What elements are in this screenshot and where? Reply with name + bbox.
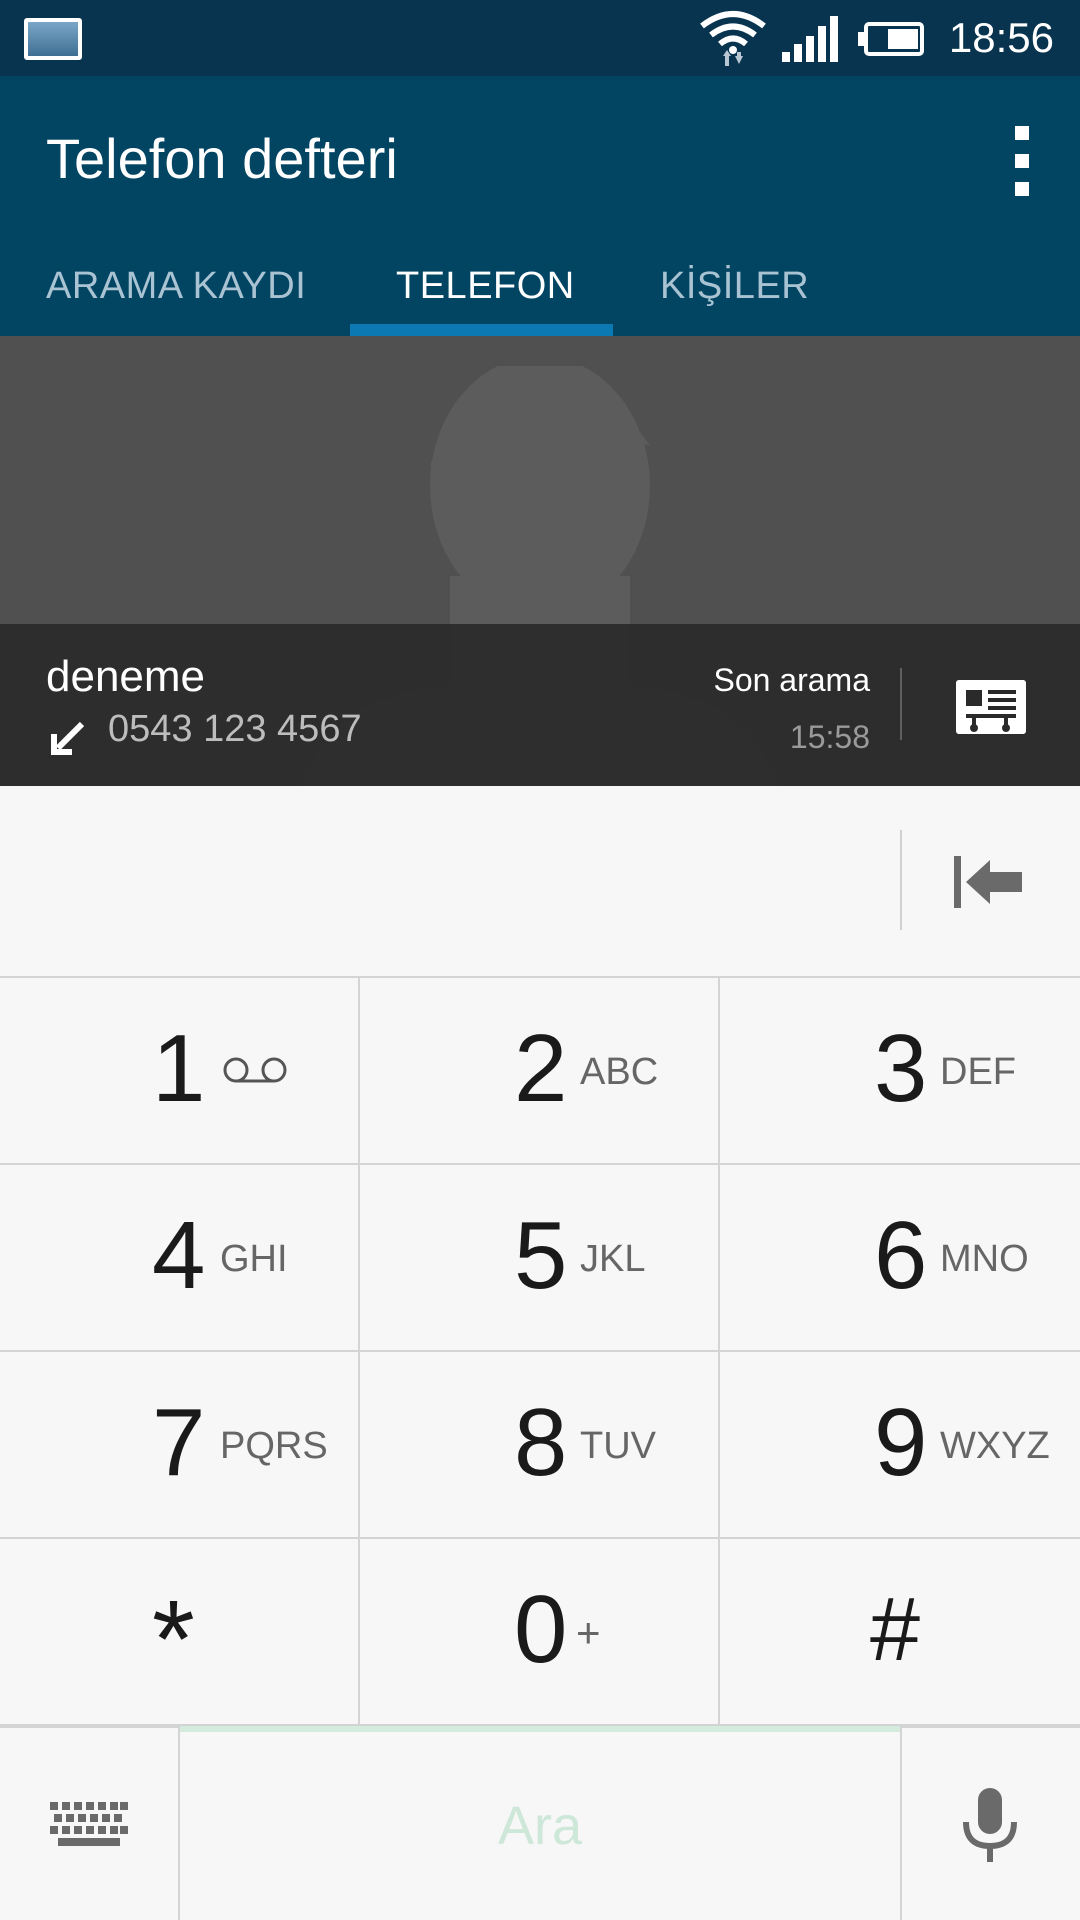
key-letters: WXYZ: [940, 1425, 1050, 1467]
key-letters: DEF: [940, 1051, 1016, 1093]
phone-number-input[interactable]: [40, 826, 880, 936]
gallery-icon: [24, 18, 82, 60]
overflow-dot: [1015, 154, 1029, 168]
tab-bar: ARAMA KAYDI TELEFON KİŞİLER: [0, 246, 1080, 336]
key-letters: ABC: [580, 1051, 659, 1093]
recent-contact-card[interactable]: deneme 0543 123 4567 Son arama 15:58: [0, 336, 1080, 786]
key-letters: GHI: [220, 1238, 288, 1280]
last-call-label: Son arama: [713, 662, 870, 698]
overflow-dot: [1015, 126, 1029, 140]
status-clock: 18:56: [948, 14, 1054, 61]
key-letters: JKL: [580, 1238, 646, 1280]
key-digit: *: [152, 1578, 195, 1701]
voice-search-button[interactable]: [900, 1726, 1080, 1920]
key-digit: 3: [874, 1015, 928, 1122]
tab-phone[interactable]: TELEFON: [396, 246, 575, 336]
incoming-call-icon: [51, 721, 85, 755]
key-digit: 0: [514, 1576, 568, 1683]
number-entry: [0, 786, 1080, 978]
dial-pad: 1 2 ABC 3 DEF 4 GHI 5 JKL 6 MNO 7 PQRS 8…: [0, 978, 1080, 1726]
backspace-icon[interactable]: [950, 850, 1026, 914]
wifi-icon: [700, 11, 766, 66]
key-digit: 1: [152, 1015, 206, 1122]
key-9[interactable]: 9 WXYZ: [720, 1352, 1080, 1539]
call-label: Ara: [497, 1796, 583, 1856]
voicemail-icon: [223, 1057, 287, 1083]
key-digit: 7: [152, 1389, 206, 1496]
key-letters: PQRS: [220, 1425, 328, 1467]
key-5[interactable]: 5 JKL: [360, 1165, 720, 1352]
tab-call-log[interactable]: ARAMA KAYDI: [46, 246, 306, 336]
contact-number: 0543 123 4567: [108, 708, 362, 750]
key-hash[interactable]: #: [720, 1539, 1080, 1726]
keyboard-icon: [50, 1802, 128, 1846]
action-row: Ara: [0, 1726, 1080, 1920]
contact-name: deneme: [46, 652, 206, 701]
key-letters: +: [576, 1609, 601, 1656]
status-bar: 18:56: [0, 0, 1080, 76]
signal-icon: [782, 16, 838, 62]
last-call-time: 15:58: [789, 719, 870, 755]
key-letters: TUV: [580, 1425, 656, 1467]
key-7[interactable]: 7 PQRS: [0, 1352, 360, 1539]
contact-card-icon[interactable]: [956, 680, 1026, 734]
key-digit: #: [870, 1580, 921, 1680]
divider: [900, 668, 902, 740]
app-bar: Telefon defteri ARAMA KAYDI TELEFON KİŞİ…: [0, 76, 1080, 336]
more-vert-icon[interactable]: [1004, 126, 1040, 196]
key-digit: 2: [514, 1015, 568, 1122]
page-title: Telefon defteri: [46, 127, 398, 190]
contact-strip: deneme 0543 123 4567 Son arama 15:58: [0, 624, 1080, 786]
key-digit: 4: [152, 1202, 206, 1309]
key-1[interactable]: 1: [0, 978, 360, 1165]
key-digit: 9: [874, 1389, 928, 1496]
tab-contacts[interactable]: KİŞİLER: [660, 246, 809, 336]
key-letters: MNO: [940, 1238, 1029, 1280]
divider: [900, 830, 902, 930]
keyboard-toggle-button[interactable]: [0, 1726, 180, 1920]
battery-icon: [858, 22, 924, 56]
key-2[interactable]: 2 ABC: [360, 978, 720, 1165]
key-4[interactable]: 4 GHI: [0, 1165, 360, 1352]
mic-icon: [963, 1788, 1017, 1862]
call-button[interactable]: Ara: [180, 1726, 900, 1920]
overflow-dot: [1015, 182, 1029, 196]
tab-indicator: [350, 324, 613, 336]
key-6[interactable]: 6 MNO: [720, 1165, 1080, 1352]
key-3[interactable]: 3 DEF: [720, 978, 1080, 1165]
key-8[interactable]: 8 TUV: [360, 1352, 720, 1539]
key-star[interactable]: *: [0, 1539, 360, 1726]
key-0[interactable]: 0 +: [360, 1539, 720, 1726]
key-digit: 6: [874, 1202, 928, 1309]
key-digit: 8: [514, 1389, 568, 1496]
key-digit: 5: [514, 1202, 568, 1309]
